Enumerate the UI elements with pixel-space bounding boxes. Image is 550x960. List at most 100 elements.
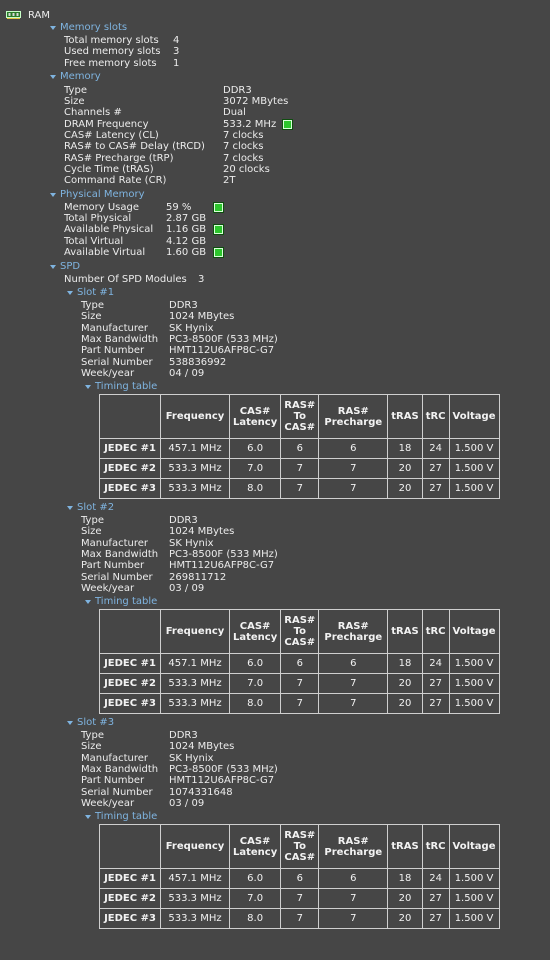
timing-table: Frequency CAS# Latency RAS# To CAS# RAS# Precha… [99, 609, 500, 714]
timing-table-cell: 8.0 [228, 693, 282, 714]
timing-table-cell: 6.0 [228, 438, 282, 459]
ram-tree-view: RAM Memory slots Total memory slots 4 Used … [0, 0, 550, 960]
timing-table-cell: 7 [318, 693, 389, 714]
slot-3-timing-header[interactable]: Timing table [95, 811, 157, 822]
slot-3-info-key: Type [81, 730, 104, 741]
timing-table-row-header: JEDEC #1 [99, 438, 161, 459]
slot-1-info-key: Size [81, 311, 102, 323]
timing-table-row-header: JEDEC #2 [99, 888, 161, 909]
expand-triangle-icon[interactable] [67, 721, 73, 725]
expand-triangle-icon[interactable] [50, 75, 56, 79]
section-memory[interactable]: Memory [60, 71, 101, 82]
section-spd[interactable]: SPD [60, 261, 80, 272]
ram-module-icon [6, 11, 21, 19]
memory-key: Type [64, 84, 87, 96]
physical-memory-key: Memory Usage [64, 201, 140, 213]
timing-table-row-header: JEDEC #3 [99, 908, 161, 929]
expand-triangle-icon[interactable] [85, 385, 91, 389]
timing-table-header-row: Frequency CAS# Latency RAS# To CAS# RAS# Precha… [99, 394, 500, 439]
timing-table-column-header: RAS# To CAS# [280, 609, 320, 654]
timing-table-row-header: JEDEC #3 [99, 693, 161, 714]
timing-table-column-header: Voltage [448, 609, 500, 654]
expand-triangle-icon[interactable] [50, 265, 56, 269]
timing-table-cell: 20 [387, 458, 423, 479]
slot-1-timing-header[interactable]: Timing table [95, 381, 157, 392]
timing-table-cell: 533.3 MHz [160, 673, 230, 694]
timing-table-column-header: Frequency [160, 824, 230, 869]
slot-1-info-key: Type [81, 300, 104, 311]
slot-2-info-value: SK Hynix [169, 537, 214, 549]
slot-2-info-value: 1024 MBytes [169, 526, 235, 538]
slot-1-info-value: PC3-8500F (533 MHz) [169, 334, 278, 346]
spd-modules-value: 3 [198, 273, 205, 285]
timing-table-cell: 6 [318, 653, 389, 674]
slot-1-info-value: 538836992 [169, 356, 227, 368]
slot-2-info-key: Part Number [81, 560, 145, 572]
green-status-indicator-icon [213, 201, 224, 213]
slot-3-info-key: Max Bandwidth [81, 764, 159, 776]
section-physical-memory[interactable]: Physical Memory [60, 189, 145, 200]
timing-table-row: JEDEC #1 457.1 MHz 6.0 6 6 18 24 1.500 V [99, 868, 500, 889]
timing-table-cell: 7 [280, 673, 320, 694]
slot-2-info-key: Manufacturer [81, 537, 148, 549]
slot-1-header[interactable]: Slot #1 [77, 287, 114, 298]
timing-table-cell: 1.500 V [448, 653, 500, 674]
timing-table-cell: 20 [387, 888, 423, 909]
memory-key: Channels # [64, 107, 122, 119]
slot-3-header[interactable]: Slot #3 [77, 717, 114, 728]
timing-table-cell: 6 [280, 868, 320, 889]
expand-triangle-icon[interactable] [50, 26, 56, 30]
expand-triangle-icon[interactable] [50, 193, 56, 197]
timing-table-cell: 24 [421, 868, 450, 889]
expand-triangle-icon[interactable] [67, 291, 73, 295]
timing-table-cell: 27 [421, 693, 450, 714]
memory-slots-value: 3 [173, 46, 180, 58]
timing-table-cell: 18 [387, 868, 423, 889]
timing-table-column-header: CAS# Latency [228, 824, 282, 869]
physical-memory-value: 1.16 GB [166, 224, 207, 236]
timing-table-cell: 7 [318, 673, 389, 694]
timing-table-cell: 7 [280, 458, 320, 479]
slot-3-info-key: Serial Number [81, 786, 153, 798]
slot-2-header[interactable]: Slot #2 [77, 502, 114, 513]
timing-table-column-header: RAS# To CAS# [280, 394, 320, 439]
expand-triangle-icon[interactable] [67, 506, 73, 510]
expand-triangle-icon[interactable] [85, 600, 91, 604]
timing-table-cell: 20 [387, 908, 423, 929]
slot-3-info-key: Part Number [81, 775, 145, 787]
timing-table-column-header: Frequency [160, 394, 230, 439]
expand-triangle-icon[interactable] [85, 815, 91, 819]
timing-table-column-header: tRAS [387, 394, 423, 439]
timing-table-cell: 7 [280, 478, 320, 499]
ram-root-label[interactable]: RAM [28, 10, 50, 21]
timing-table-cell: 7.0 [228, 458, 282, 479]
slot-1-info-key: Max Bandwidth [81, 334, 159, 346]
timing-table-cell: 6 [318, 438, 389, 459]
timing-table-cell: 1.500 V [448, 673, 500, 694]
timing-table-cell: 27 [421, 673, 450, 694]
timing-table-column-header: tRAS [387, 824, 423, 869]
memory-slots-value: 4 [173, 35, 180, 46]
slot-3-info-value: 1074331648 [169, 786, 233, 798]
timing-table-column-header: RAS# Precharge [318, 824, 389, 869]
timing-table-cell: 27 [421, 908, 450, 929]
memory-key: RAS# to CAS# Delay (tRCD) [64, 141, 205, 153]
timing-table-cell: 7 [280, 693, 320, 714]
memory-value: 7 clocks [223, 152, 264, 164]
slot-2-timing-header[interactable]: Timing table [95, 596, 157, 607]
section-memory-slots[interactable]: Memory slots [60, 22, 127, 33]
timing-table-cell: 6 [280, 438, 320, 459]
timing-table-row: JEDEC #3 533.3 MHz 8.0 7 7 20 27 1.500 V [99, 693, 500, 714]
timing-table-corner [99, 609, 161, 654]
timing-table-column-header: Voltage [448, 824, 500, 869]
memory-key: Size [64, 95, 85, 107]
memory-value: 3072 MBytes [223, 95, 289, 107]
timing-table-column-header: tRC [421, 394, 450, 439]
timing-table-column-header: tRC [421, 609, 450, 654]
slot-2-info-key: Max Bandwidth [81, 549, 159, 561]
timing-table-column-header: Frequency [160, 609, 230, 654]
green-status-indicator-icon [213, 246, 224, 258]
timing-table-cell: 1.500 V [448, 438, 500, 459]
memory-slots-key: Free memory slots [64, 57, 157, 69]
memory-value: 7 clocks [223, 141, 264, 153]
